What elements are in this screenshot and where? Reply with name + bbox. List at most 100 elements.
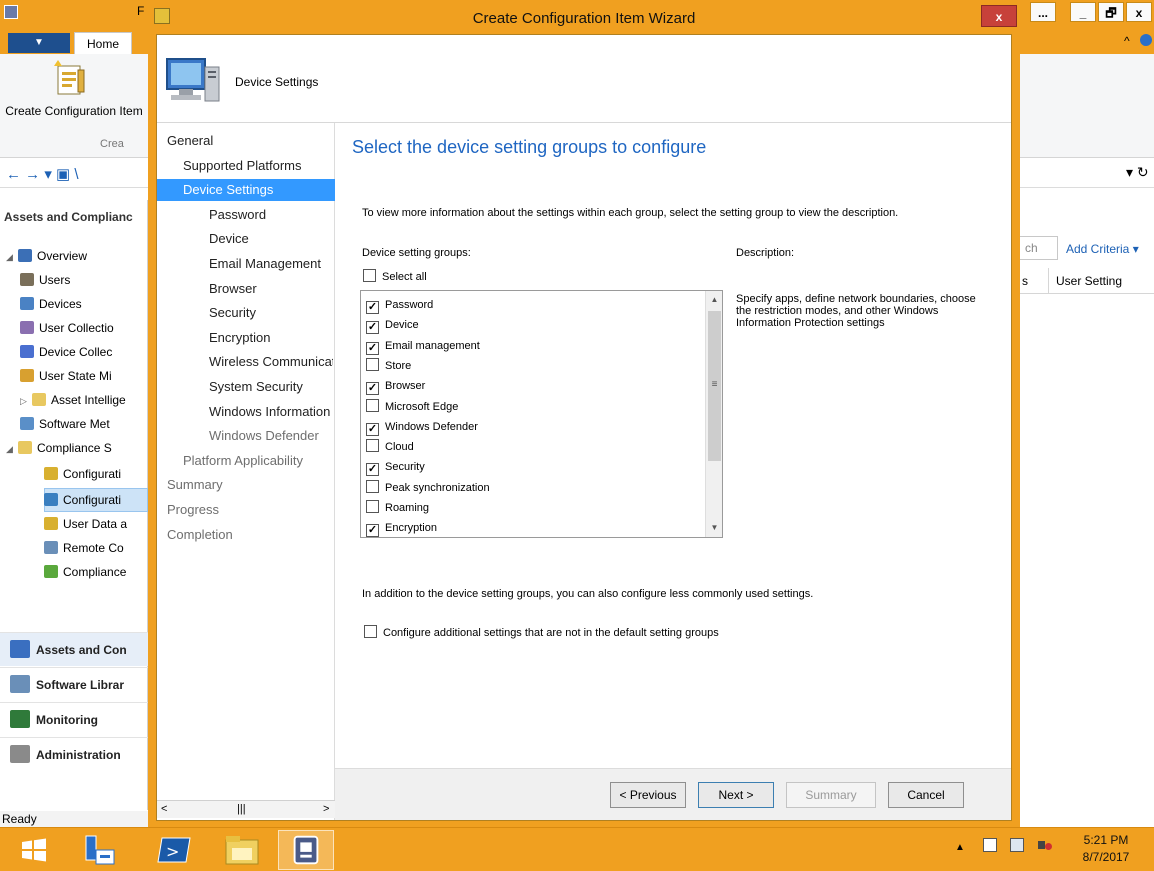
start-windows-icon[interactable] — [6, 830, 62, 870]
scroll-down-icon[interactable]: ▼ — [706, 519, 722, 537]
powershell-icon[interactable]: > — [146, 830, 202, 870]
help-icon[interactable] — [1140, 34, 1152, 46]
create-configuration-item-button[interactable]: Create Configuration Item — [4, 104, 144, 118]
wizard-step[interactable]: Email Management — [209, 253, 333, 275]
column-header[interactable]: s — [1022, 274, 1028, 288]
setting-group-item[interactable]: ✓ Device — [366, 315, 419, 335]
setting-group-item[interactable]: ✓ Email management — [366, 336, 480, 356]
wizard-step[interactable]: Windows Defender — [209, 425, 333, 447]
tab-home[interactable]: Home — [74, 32, 132, 56]
device-setting-groups-list[interactable]: ✓ Password ✓ Device ✓ Email management Store ✓ B… — [360, 290, 723, 538]
search-input[interactable]: ch — [1018, 236, 1058, 260]
overflow-button[interactable]: ... — [1030, 2, 1056, 22]
setting-group-item[interactable]: Microsoft Edge — [366, 397, 458, 417]
workspace-button[interactable]: Assets and Con — [0, 632, 148, 666]
wizard-step[interactable]: System Security — [209, 376, 333, 398]
checkbox-icon[interactable] — [366, 479, 379, 493]
workspace-button[interactable]: Monitoring — [0, 702, 148, 736]
tree-item[interactable]: User Data a — [0, 512, 148, 536]
collapsed-arrow-icon[interactable]: ▷ — [20, 389, 32, 412]
wizard-step[interactable]: Wireless Communicat — [209, 351, 333, 373]
wizard-step[interactable]: Progress — [167, 499, 333, 521]
tree-item[interactable]: ◢ Compliance S — [0, 436, 148, 460]
wizard-step[interactable]: Supported Platforms — [183, 155, 333, 177]
file-explorer-icon[interactable] — [214, 830, 270, 870]
restore-button[interactable]: 🗗 — [1098, 2, 1124, 22]
setting-group-item[interactable]: ✓ Windows Defender — [366, 417, 478, 437]
tree-item[interactable]: Remote Co — [0, 536, 148, 560]
checked-checkbox-icon[interactable]: ✓ — [366, 463, 379, 477]
scroll-thumb-grip-icon[interactable]: ||| — [237, 801, 246, 817]
tree-item[interactable]: Configurati — [0, 488, 148, 512]
back-forward-icon[interactable]: ← → ▾ ▣ \ — [6, 165, 79, 183]
tree-item[interactable]: ▷ Asset Intellige — [0, 388, 148, 412]
checked-checkbox-icon[interactable]: ✓ — [366, 321, 379, 335]
checked-checkbox-icon[interactable]: ✓ — [366, 524, 379, 537]
setting-group-item[interactable]: Roaming — [366, 498, 429, 518]
checked-checkbox-icon[interactable]: ✓ — [366, 301, 379, 314]
tree-item[interactable]: Users — [0, 268, 148, 292]
checked-checkbox-icon[interactable]: ✓ — [366, 422, 379, 436]
checked-checkbox-icon[interactable]: ✓ — [366, 382, 379, 396]
checkbox-icon[interactable] — [366, 439, 379, 453]
setting-group-item[interactable]: ✓ Password — [366, 295, 433, 315]
setting-group-item[interactable]: ✓ Browser — [366, 376, 425, 396]
wizard-step[interactable]: Device Settings — [157, 179, 335, 202]
scroll-up-icon[interactable]: ▲ — [706, 291, 722, 309]
list-vertical-scrollbar[interactable]: ▲ ≡ ▼ — [705, 291, 722, 537]
setting-group-item[interactable]: ✓ Security — [366, 457, 425, 477]
tree-item[interactable]: User State Mi — [0, 364, 148, 388]
cancel-button[interactable]: Cancel — [888, 782, 964, 808]
steps-horizontal-scrollbar[interactable]: < ||| > — [157, 800, 335, 818]
quick-access-menu-button[interactable]: ▼ — [8, 33, 70, 53]
setting-group-item[interactable]: Store — [366, 356, 411, 376]
tree-item[interactable]: User Collectio — [0, 316, 148, 340]
setting-group-item[interactable]: ✓ Encryption — [366, 518, 437, 537]
create-configuration-item-icon[interactable] — [54, 60, 88, 96]
clock[interactable]: 5:21 PM 8/7/2017 — [1066, 832, 1146, 866]
wizard-step[interactable]: Security — [209, 302, 333, 324]
checkbox-icon[interactable] — [364, 625, 377, 638]
wizard-close-button[interactable]: x — [981, 5, 1017, 27]
volume-muted-icon[interactable] — [1037, 838, 1052, 852]
wizard-step[interactable]: Device — [209, 228, 333, 250]
tree-item[interactable]: Software Met — [0, 412, 148, 436]
checkbox-icon[interactable] — [363, 269, 376, 282]
scroll-left-icon[interactable]: < — [161, 801, 167, 817]
wizard-step[interactable]: Encryption — [209, 327, 333, 349]
wizard-step[interactable]: Password — [209, 204, 333, 226]
select-all-checkbox[interactable]: Select all — [363, 269, 427, 283]
column-header-user-setting[interactable]: User Setting — [1056, 274, 1122, 288]
tree-item[interactable]: Compliance — [0, 560, 148, 584]
tree-item[interactable]: Configurati — [0, 462, 148, 486]
configure-additional-settings-checkbox[interactable]: Configure additional settings that are n… — [364, 625, 719, 639]
wizard-step[interactable]: General — [167, 130, 333, 152]
configuration-manager-taskbar-icon[interactable] — [278, 830, 334, 870]
ribbon-collapse-icon[interactable]: ^ — [1124, 34, 1130, 48]
workspace-button[interactable]: Administration — [0, 737, 148, 771]
wizard-step[interactable]: Browser — [209, 278, 333, 300]
workspace-button[interactable]: Software Librar — [0, 667, 148, 701]
setting-group-item[interactable]: Peak synchronization — [366, 478, 490, 498]
tree-item[interactable]: Devices — [0, 292, 148, 316]
setting-group-item[interactable]: Cloud — [366, 437, 414, 457]
server-manager-icon[interactable] — [72, 830, 128, 870]
close-button[interactable]: x — [1126, 2, 1152, 22]
minimize-button[interactable]: _ — [1070, 2, 1096, 22]
network-icon[interactable] — [1010, 838, 1025, 852]
tree-item[interactable]: Device Collec — [0, 340, 148, 364]
checkbox-icon[interactable] — [366, 357, 379, 371]
checkbox-icon[interactable] — [366, 398, 379, 412]
refresh-icon[interactable]: ▾ ↻ — [1126, 164, 1149, 181]
tree-item[interactable]: ◢ Overview — [0, 244, 148, 268]
wizard-step[interactable]: Windows Information — [209, 401, 333, 423]
checkbox-icon[interactable] — [366, 500, 379, 513]
show-hidden-icons-icon[interactable]: ▲ — [955, 842, 965, 853]
scroll-right-icon[interactable]: > — [323, 801, 329, 817]
expanded-arrow-icon[interactable]: ◢ — [6, 245, 18, 268]
expanded-arrow-icon[interactable]: ◢ — [6, 437, 18, 460]
summary-button[interactable]: Summary — [786, 782, 876, 808]
add-criteria-button[interactable]: Add Criteria ▾ — [1066, 242, 1139, 256]
flag-icon[interactable] — [982, 838, 997, 852]
wizard-step[interactable]: Summary — [167, 474, 333, 496]
